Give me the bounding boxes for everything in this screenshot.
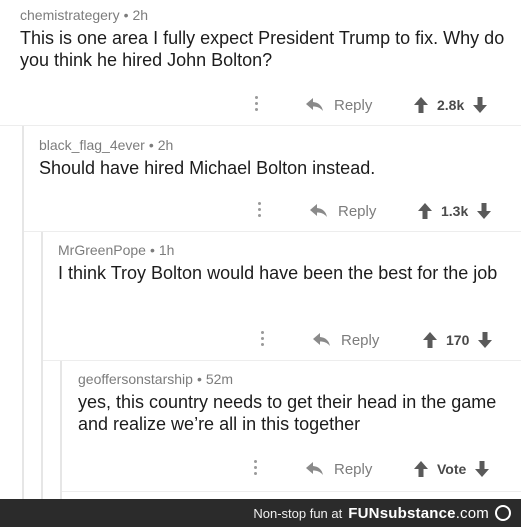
comment-actions: Reply Vote [0, 458, 521, 480]
reply-button[interactable]: Reply [313, 329, 379, 351]
comment: MrGreenPope • 1h I think Troy Bolton would… [58, 241, 513, 284]
comment-age: 1h [158, 242, 175, 258]
footer-tagline: Non-stop fun at [253, 505, 343, 521]
kebab-menu-icon[interactable] [255, 96, 259, 114]
comment: geoffersonstarship • 52m yes, this country… [78, 370, 503, 435]
upvote-arrow-icon[interactable] [423, 332, 437, 348]
vote-score: 170 [446, 332, 470, 348]
comment: black_flag_4ever • 2h Should have hired Mi… [39, 136, 509, 179]
upvote-arrow-icon[interactable] [418, 203, 432, 219]
reply-label: Reply [341, 331, 380, 349]
comment-username[interactable]: geoffersonstarship [78, 371, 193, 387]
comment-username[interactable]: black_flag_4ever [39, 137, 145, 153]
reply-arrow-icon [313, 333, 330, 346]
vote-controls: 2.8k [414, 94, 488, 116]
comment-actions: Reply 1.3k [0, 200, 521, 222]
divider [62, 491, 521, 492]
comment-age: 52m [205, 371, 234, 387]
reply-button[interactable]: Reply [306, 458, 372, 480]
comment-meta: chemistrategery • 2h [20, 6, 510, 24]
divider [24, 231, 521, 232]
meta-separator: • [123, 7, 129, 23]
brand-rest: substance [379, 504, 456, 522]
vote-score: Vote [437, 461, 467, 477]
comment-meta: geoffersonstarship • 52m [78, 370, 503, 388]
reply-label: Reply [338, 202, 377, 220]
meta-separator: • [196, 371, 202, 387]
comment-username[interactable]: chemistrategery [20, 7, 120, 23]
divider [43, 360, 521, 361]
vote-score: 2.8k [437, 97, 465, 113]
vote-controls: Vote [414, 458, 490, 480]
comment-actions: Reply 2.8k [0, 94, 521, 116]
vote-controls: 170 [423, 329, 493, 351]
vote-score: 1.3k [441, 203, 469, 219]
brand-bold: FUN [348, 504, 380, 522]
reply-button[interactable]: Reply [306, 94, 372, 116]
comment-meta: MrGreenPope • 1h [58, 241, 513, 259]
comment: chemistrategery • 2h This is one area I fu… [20, 6, 510, 71]
downvote-arrow-icon[interactable] [477, 203, 492, 219]
reply-arrow-icon [310, 204, 327, 217]
kebab-menu-icon[interactable] [258, 202, 262, 220]
reply-label: Reply [334, 96, 373, 114]
upvote-arrow-icon[interactable] [414, 97, 428, 113]
upvote-arrow-icon[interactable] [414, 461, 428, 477]
kebab-menu-icon[interactable] [254, 460, 258, 478]
comment-actions: Reply 170 [0, 329, 521, 351]
meta-separator: • [149, 242, 155, 258]
funsubstance-logo: FUNsubstance.com [348, 505, 489, 522]
comment-text: Should have hired Michael Bolton instead… [39, 158, 376, 178]
comment-age: 2h [132, 7, 149, 23]
meta-separator: • [148, 137, 154, 153]
vote-controls: 1.3k [418, 200, 492, 222]
thread-line-1 [22, 126, 24, 499]
comment-username[interactable]: MrGreenPope [58, 242, 146, 258]
downvote-arrow-icon[interactable] [475, 461, 490, 477]
comment-text: yes, this country needs to get their hea… [78, 392, 497, 434]
comment-age: 2h [157, 137, 174, 153]
reply-arrow-icon [306, 98, 323, 111]
downvote-arrow-icon[interactable] [473, 97, 488, 113]
funsubstance-footer: Non-stop fun at FUNsubstance.com [0, 499, 521, 527]
brand-tld: .com [455, 504, 489, 522]
funsubstance-face-icon [495, 505, 511, 521]
reply-label: Reply [334, 460, 373, 478]
comment-meta: black_flag_4ever • 2h [39, 136, 509, 154]
downvote-arrow-icon[interactable] [478, 332, 493, 348]
comment-text: I think Troy Bolton would have been the … [58, 263, 498, 283]
reply-button[interactable]: Reply [310, 200, 376, 222]
comment-text: This is one area I fully expect Presiden… [20, 28, 505, 70]
kebab-menu-icon[interactable] [261, 331, 265, 349]
reply-arrow-icon [306, 462, 323, 475]
divider [0, 125, 521, 126]
